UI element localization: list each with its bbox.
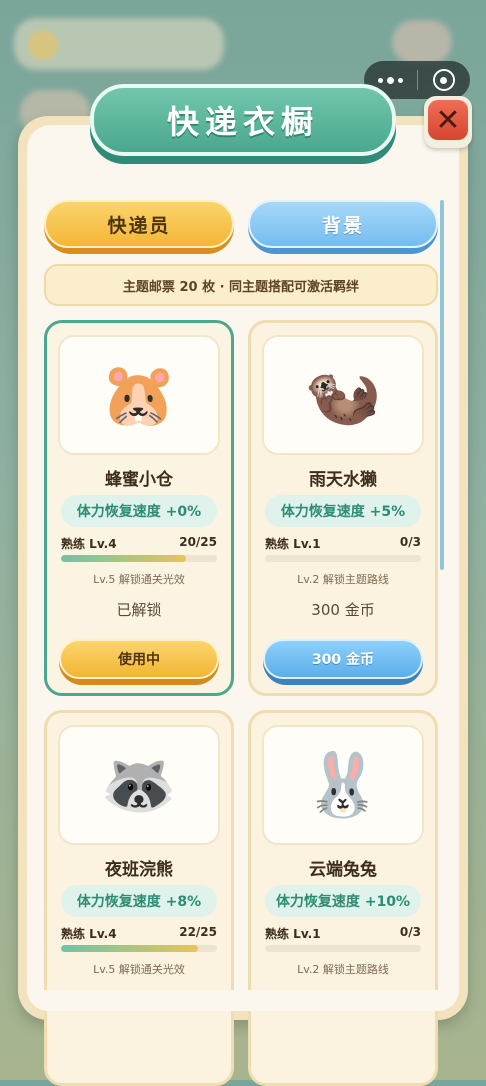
unlock-hint: Lv.5 解锁通关光效 <box>93 963 185 976</box>
bunny-pilot-icon: 🐰 <box>262 725 424 845</box>
otter-courier-icon: 🦦 <box>262 335 424 455</box>
skill-row: 熟练 Lv.4 20/25 <box>61 535 217 552</box>
close-x-icon: ✕ <box>428 100 468 140</box>
tab-background[interactable]: 背景 <box>248 200 438 254</box>
modal-title-ribbon: 快递衣橱 <box>90 84 396 164</box>
courier-card[interactable]: 🐰 云端兔兔 体力恢复速度 +10% 熟练 Lv.1 0/3 Lv.2 解锁主题… <box>248 710 438 1086</box>
tab-background-label: 背景 <box>248 200 438 248</box>
panel-bottom-edge <box>27 990 459 1011</box>
buy-button-label: 300 金币 <box>263 639 423 679</box>
courier-name: 雨天水獭 <box>309 470 377 490</box>
unlock-hint: Lv.5 解锁通关光效 <box>93 573 185 586</box>
courier-name: 夜班浣熊 <box>105 860 173 880</box>
buff-badge: 体力恢复速度 +5% <box>265 495 421 527</box>
skill-progress-fill <box>61 555 186 562</box>
skill-row: 熟练 Lv.1 0/3 <box>265 535 421 552</box>
skill-progress-text: 22/25 <box>179 925 217 939</box>
tab-courier-label: 快递员 <box>44 200 234 248</box>
skill-progress-fill <box>61 945 199 952</box>
skill-level: 熟练 Lv.4 <box>61 927 117 941</box>
skill-level: 熟练 Lv.4 <box>61 537 117 551</box>
courier-name: 蜂蜜小仓 <box>105 470 173 490</box>
skill-progress-text: 0/3 <box>399 535 421 549</box>
skill-progress-text: 0/3 <box>399 925 421 939</box>
price-label: 300 金币 <box>311 601 375 619</box>
skill-row: 熟练 Lv.4 22/25 <box>61 925 217 942</box>
skill-row: 熟练 Lv.1 0/3 <box>265 925 421 942</box>
courier-name: 云端兔兔 <box>309 860 377 880</box>
modal-title: 快递衣橱 <box>90 84 396 156</box>
unlock-hint: Lv.2 解锁主题路线 <box>297 963 389 976</box>
raccoon-scooter-icon: 🦝 <box>58 725 220 845</box>
courier-card[interactable]: 🦝 夜班浣熊 体力恢复速度 +8% 熟练 Lv.4 22/25 Lv.5 解锁通… <box>44 710 234 1086</box>
in-use-button-label: 使用中 <box>59 639 219 679</box>
buff-badge: 体力恢复速度 +0% <box>61 495 217 527</box>
background-blur-chip <box>392 20 452 64</box>
skill-level: 熟练 Lv.1 <box>265 927 321 941</box>
hamster-courier-icon: 🐹 <box>58 335 220 455</box>
skill-progress-bar <box>265 945 421 952</box>
stamp-info-banner: 主题邮票 20 枚 · 同主题搭配可激活羁绊 <box>44 264 438 306</box>
buy-button[interactable]: 300 金币 <box>263 639 423 685</box>
skill-progress-text: 20/25 <box>179 535 217 549</box>
scrollbar[interactable] <box>440 200 444 570</box>
in-use-button[interactable]: 使用中 <box>59 639 219 685</box>
courier-card[interactable]: 🐹 蜂蜜小仓 体力恢复速度 +0% 熟练 Lv.4 20/25 Lv.5 解锁通… <box>44 320 234 696</box>
buff-badge: 体力恢复速度 +8% <box>61 885 217 917</box>
tab-courier[interactable]: 快递员 <box>44 200 234 254</box>
skill-progress-bar <box>265 555 421 562</box>
skill-progress-bar <box>61 945 217 952</box>
unlock-hint: Lv.2 解锁主题路线 <box>297 573 389 586</box>
unlock-status: 已解锁 <box>116 601 162 619</box>
background-coin-icon <box>28 30 58 60</box>
buff-badge: 体力恢复速度 +10% <box>265 885 421 917</box>
skill-level: 熟练 Lv.1 <box>265 537 321 551</box>
close-button[interactable]: ✕ <box>424 96 472 148</box>
skill-progress-bar <box>61 555 217 562</box>
target-circle-icon[interactable] <box>418 61 471 99</box>
courier-card[interactable]: 🦦 雨天水獭 体力恢复速度 +5% 熟练 Lv.1 0/3 Lv.2 解锁主题路… <box>248 320 438 696</box>
